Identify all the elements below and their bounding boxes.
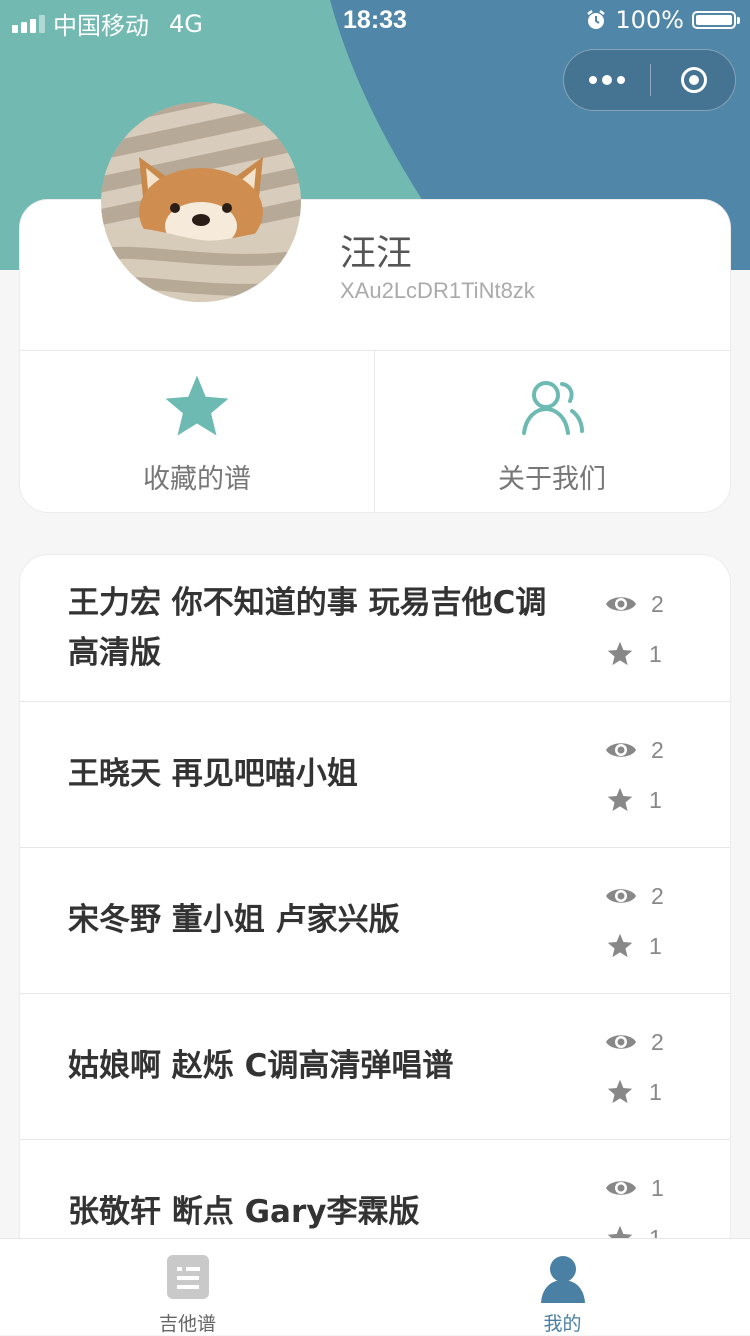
dot-icon [617,76,625,84]
battery-percent: 100% [615,6,684,34]
song-list: 王力宏 你不知道的事 玩易吉他C调高清版 2 1 王晓天 再见吧喵小姐 2 1 … [20,555,730,1255]
view-count: 2 [605,881,664,911]
tab-guitar-scores[interactable]: 吉他谱 [0,1239,375,1335]
mini-program-capsule [563,49,736,111]
battery-icon [692,11,740,29]
about-us-label: 关于我们 [498,464,606,495]
avatar[interactable] [101,102,301,302]
user-id: XAu2LcDR1TiNt8zk [340,278,535,303]
favorites-label: 收藏的谱 [143,464,251,495]
favorite-count: 1 [605,1077,662,1107]
close-mini-program-button[interactable] [651,50,737,110]
song-row[interactable]: 王晓天 再见吧喵小姐 2 1 [20,701,730,848]
favorite-count: 1 [605,639,662,669]
star-icon [607,641,633,666]
star-icon [607,787,633,812]
favorite-count: 1 [605,785,662,815]
eye-icon [606,1181,636,1195]
person-icon [540,1256,585,1303]
favorite-count: 1 [605,931,662,961]
eye-icon [606,743,636,757]
tab-guitar-icon [166,1255,209,1299]
song-title: 姑娘啊 赵烁 C调高清弹唱谱 [68,1048,454,1084]
about-us-menu-item[interactable]: 关于我们 [375,351,729,512]
view-count: 2 [605,1027,664,1057]
view-count: 2 [605,735,664,765]
target-icon [681,67,707,93]
dot-icon [589,76,597,84]
eye-icon [606,597,636,611]
view-count: 1 [605,1173,664,1203]
alarm-icon [587,10,606,29]
user-name: 汪汪 [340,233,413,274]
more-menu-button[interactable] [564,50,650,110]
bottom-tab-bar: 吉他谱 我的 [0,1238,750,1335]
dot-icon [602,75,612,85]
star-icon [165,375,229,436]
tab-label: 吉他谱 [158,1313,216,1335]
status-right: 100% [585,6,740,34]
star-icon [607,1079,633,1104]
song-row[interactable]: 姑娘啊 赵烁 C调高清弹唱谱 2 1 [20,993,730,1140]
favorites-menu-item[interactable]: 收藏的谱 [20,351,374,512]
song-row[interactable]: 宋冬野 董小姐 卢家兴版 2 1 [20,847,730,994]
star-icon [607,933,633,958]
status-bar: 中国移动 4G 18:33 100% [0,0,750,42]
shiba-dog-avatar-image [101,102,301,302]
song-title: 宋冬野 董小姐 卢家兴版 [68,902,400,938]
eye-icon [606,889,636,903]
tab-mine[interactable]: 我的 [375,1239,750,1335]
song-title: 王力宏 你不知道的事 玩易吉他C调高清版 [68,585,547,671]
eye-icon [606,1035,636,1049]
song-row[interactable]: 王力宏 你不知道的事 玩易吉他C调高清版 2 1 [20,555,730,702]
view-count: 2 [605,589,664,619]
song-title: 王晓天 再见吧喵小姐 [68,756,358,792]
tab-label: 我的 [543,1313,582,1335]
users-icon [522,381,584,435]
